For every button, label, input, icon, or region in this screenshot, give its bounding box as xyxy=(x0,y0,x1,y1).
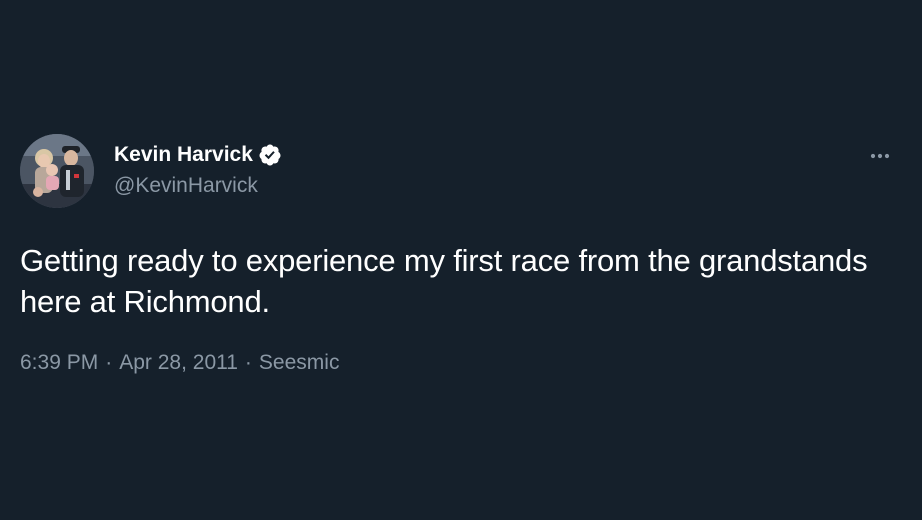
avatar[interactable] xyxy=(20,134,94,208)
display-name-row: Kevin Harvick xyxy=(114,140,282,170)
verified-badge-icon xyxy=(258,143,282,167)
tweet-header: Kevin Harvick @KevinHarvick xyxy=(20,134,902,210)
tweet-time[interactable]: 6:39 PM xyxy=(20,351,98,375)
tweet-meta: 6:39 PM · Apr 28, 2011 · Seesmic xyxy=(20,351,902,375)
tweet-date[interactable]: Apr 28, 2011 xyxy=(119,351,238,375)
more-horizontal-icon[interactable] xyxy=(866,146,894,166)
display-name[interactable]: Kevin Harvick xyxy=(114,143,253,167)
author-handle[interactable]: @KevinHarvick xyxy=(114,174,282,198)
author-names: Kevin Harvick @KevinHarvick xyxy=(114,140,282,198)
meta-separator: · xyxy=(244,351,252,374)
avatar-photo xyxy=(20,134,94,208)
tweet-source[interactable]: Seesmic xyxy=(259,351,340,375)
tweet-text: Getting ready to experience my first rac… xyxy=(20,243,868,319)
meta-separator: · xyxy=(105,351,113,374)
tweet-card: Kevin Harvick @KevinHarvick Getting read… xyxy=(20,134,902,375)
